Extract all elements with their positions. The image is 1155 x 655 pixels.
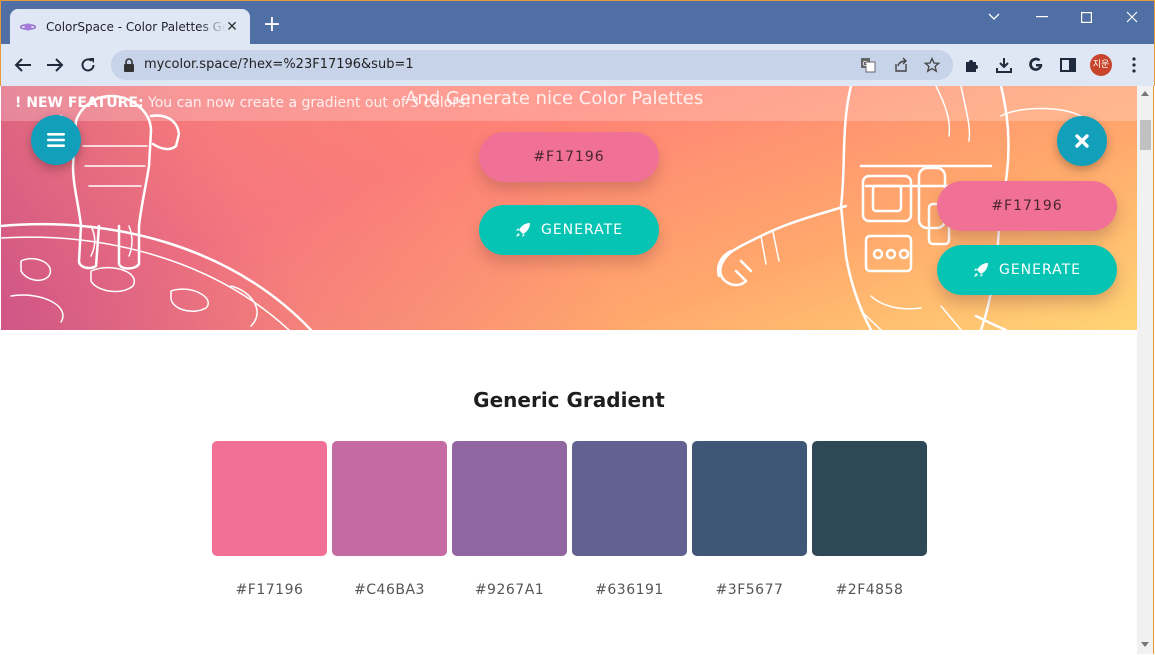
hero-section: ! NEW FEATURE: You can now create a grad… bbox=[1, 86, 1137, 330]
floating-hex-input[interactable]: #F17196 bbox=[937, 181, 1117, 231]
scroll-down-arrow-icon[interactable] bbox=[1141, 642, 1149, 647]
download-icon[interactable] bbox=[994, 55, 1014, 75]
floating-generate-button[interactable]: GENERATE bbox=[937, 245, 1117, 295]
browser-toolbar: mycolor.space/?hex=%23F17196&sub=1 G 지운 bbox=[0, 44, 1155, 86]
browser-titlebar: ColorSpace - Color Palettes Generator ✕ … bbox=[0, 0, 1155, 45]
page-scrollbar[interactable] bbox=[1137, 86, 1154, 654]
scroll-up-arrow-icon[interactable] bbox=[1141, 91, 1149, 96]
translate-icon[interactable]: G bbox=[859, 56, 877, 74]
planet-icon bbox=[20, 19, 36, 35]
close-button[interactable] bbox=[1057, 116, 1107, 166]
tab-search-chevron-icon[interactable] bbox=[983, 7, 1005, 27]
svg-text:G: G bbox=[863, 60, 868, 68]
back-arrow-icon[interactable] bbox=[12, 54, 34, 76]
profile-avatar[interactable]: 지운 bbox=[1090, 54, 1112, 76]
url-text: mycolor.space/?hex=%23F17196&sub=1 bbox=[144, 57, 414, 72]
swatch-hex-label[interactable]: #3F5677 bbox=[692, 582, 807, 598]
swatch-hex-label[interactable]: #9267A1 bbox=[452, 582, 567, 598]
hex-color-input[interactable]: #F17196 bbox=[479, 132, 659, 182]
color-swatch[interactable] bbox=[572, 441, 687, 556]
swatch-hex-label[interactable]: #636191 bbox=[572, 582, 687, 598]
generate-label: GENERATE bbox=[540, 222, 624, 238]
banner-highlight: ! NEW FEATURE: bbox=[15, 95, 144, 111]
tab-title: ColorSpace - Color Palettes Generator bbox=[46, 20, 226, 34]
kebab-menu-icon[interactable] bbox=[1124, 55, 1144, 75]
close-tab-icon[interactable]: ✕ bbox=[224, 19, 240, 35]
extensions-puzzle-icon[interactable] bbox=[962, 55, 982, 75]
color-swatch[interactable] bbox=[212, 441, 327, 556]
floating-generate-label: GENERATE bbox=[998, 262, 1082, 278]
rocket-icon bbox=[515, 223, 530, 237]
hamburger-icon bbox=[47, 133, 65, 147]
window-close-icon[interactable] bbox=[1121, 7, 1143, 27]
browser-tab[interactable]: ColorSpace - Color Palettes Generator ✕ bbox=[10, 9, 250, 45]
swatch-hex-label[interactable]: #F17196 bbox=[212, 582, 327, 598]
bookmark-star-icon[interactable] bbox=[923, 56, 941, 74]
color-swatch[interactable] bbox=[332, 441, 447, 556]
section-title: Generic Gradient bbox=[473, 388, 665, 412]
side-panel-icon[interactable] bbox=[1058, 55, 1078, 75]
forward-arrow-icon[interactable] bbox=[44, 54, 66, 76]
share-icon[interactable] bbox=[892, 56, 910, 74]
page-viewport: ! NEW FEATURE: You can now create a grad… bbox=[1, 86, 1137, 654]
color-swatch[interactable] bbox=[452, 441, 567, 556]
maximize-icon[interactable] bbox=[1075, 7, 1097, 27]
generate-button[interactable]: GENERATE bbox=[479, 205, 659, 255]
minimize-icon[interactable] bbox=[1031, 7, 1053, 27]
scrollbar-thumb[interactable] bbox=[1140, 120, 1151, 150]
lock-icon[interactable] bbox=[123, 57, 135, 76]
menu-button[interactable] bbox=[31, 115, 81, 165]
address-bar[interactable]: mycolor.space/?hex=%23F17196&sub=1 G bbox=[111, 50, 953, 80]
rocket-icon bbox=[973, 263, 988, 277]
color-swatch[interactable] bbox=[692, 441, 807, 556]
google-g-icon[interactable] bbox=[1026, 55, 1046, 75]
reload-icon[interactable] bbox=[77, 54, 99, 76]
close-x-icon bbox=[1075, 134, 1089, 148]
hero-heading: And Generate nice Color Palettes bbox=[405, 88, 704, 109]
swatch-hex-label[interactable]: #C46BA3 bbox=[332, 582, 447, 598]
new-tab-icon[interactable]: + bbox=[262, 14, 282, 36]
swatch-hex-label[interactable]: #2F4858 bbox=[812, 582, 927, 598]
color-swatch[interactable] bbox=[812, 441, 927, 556]
